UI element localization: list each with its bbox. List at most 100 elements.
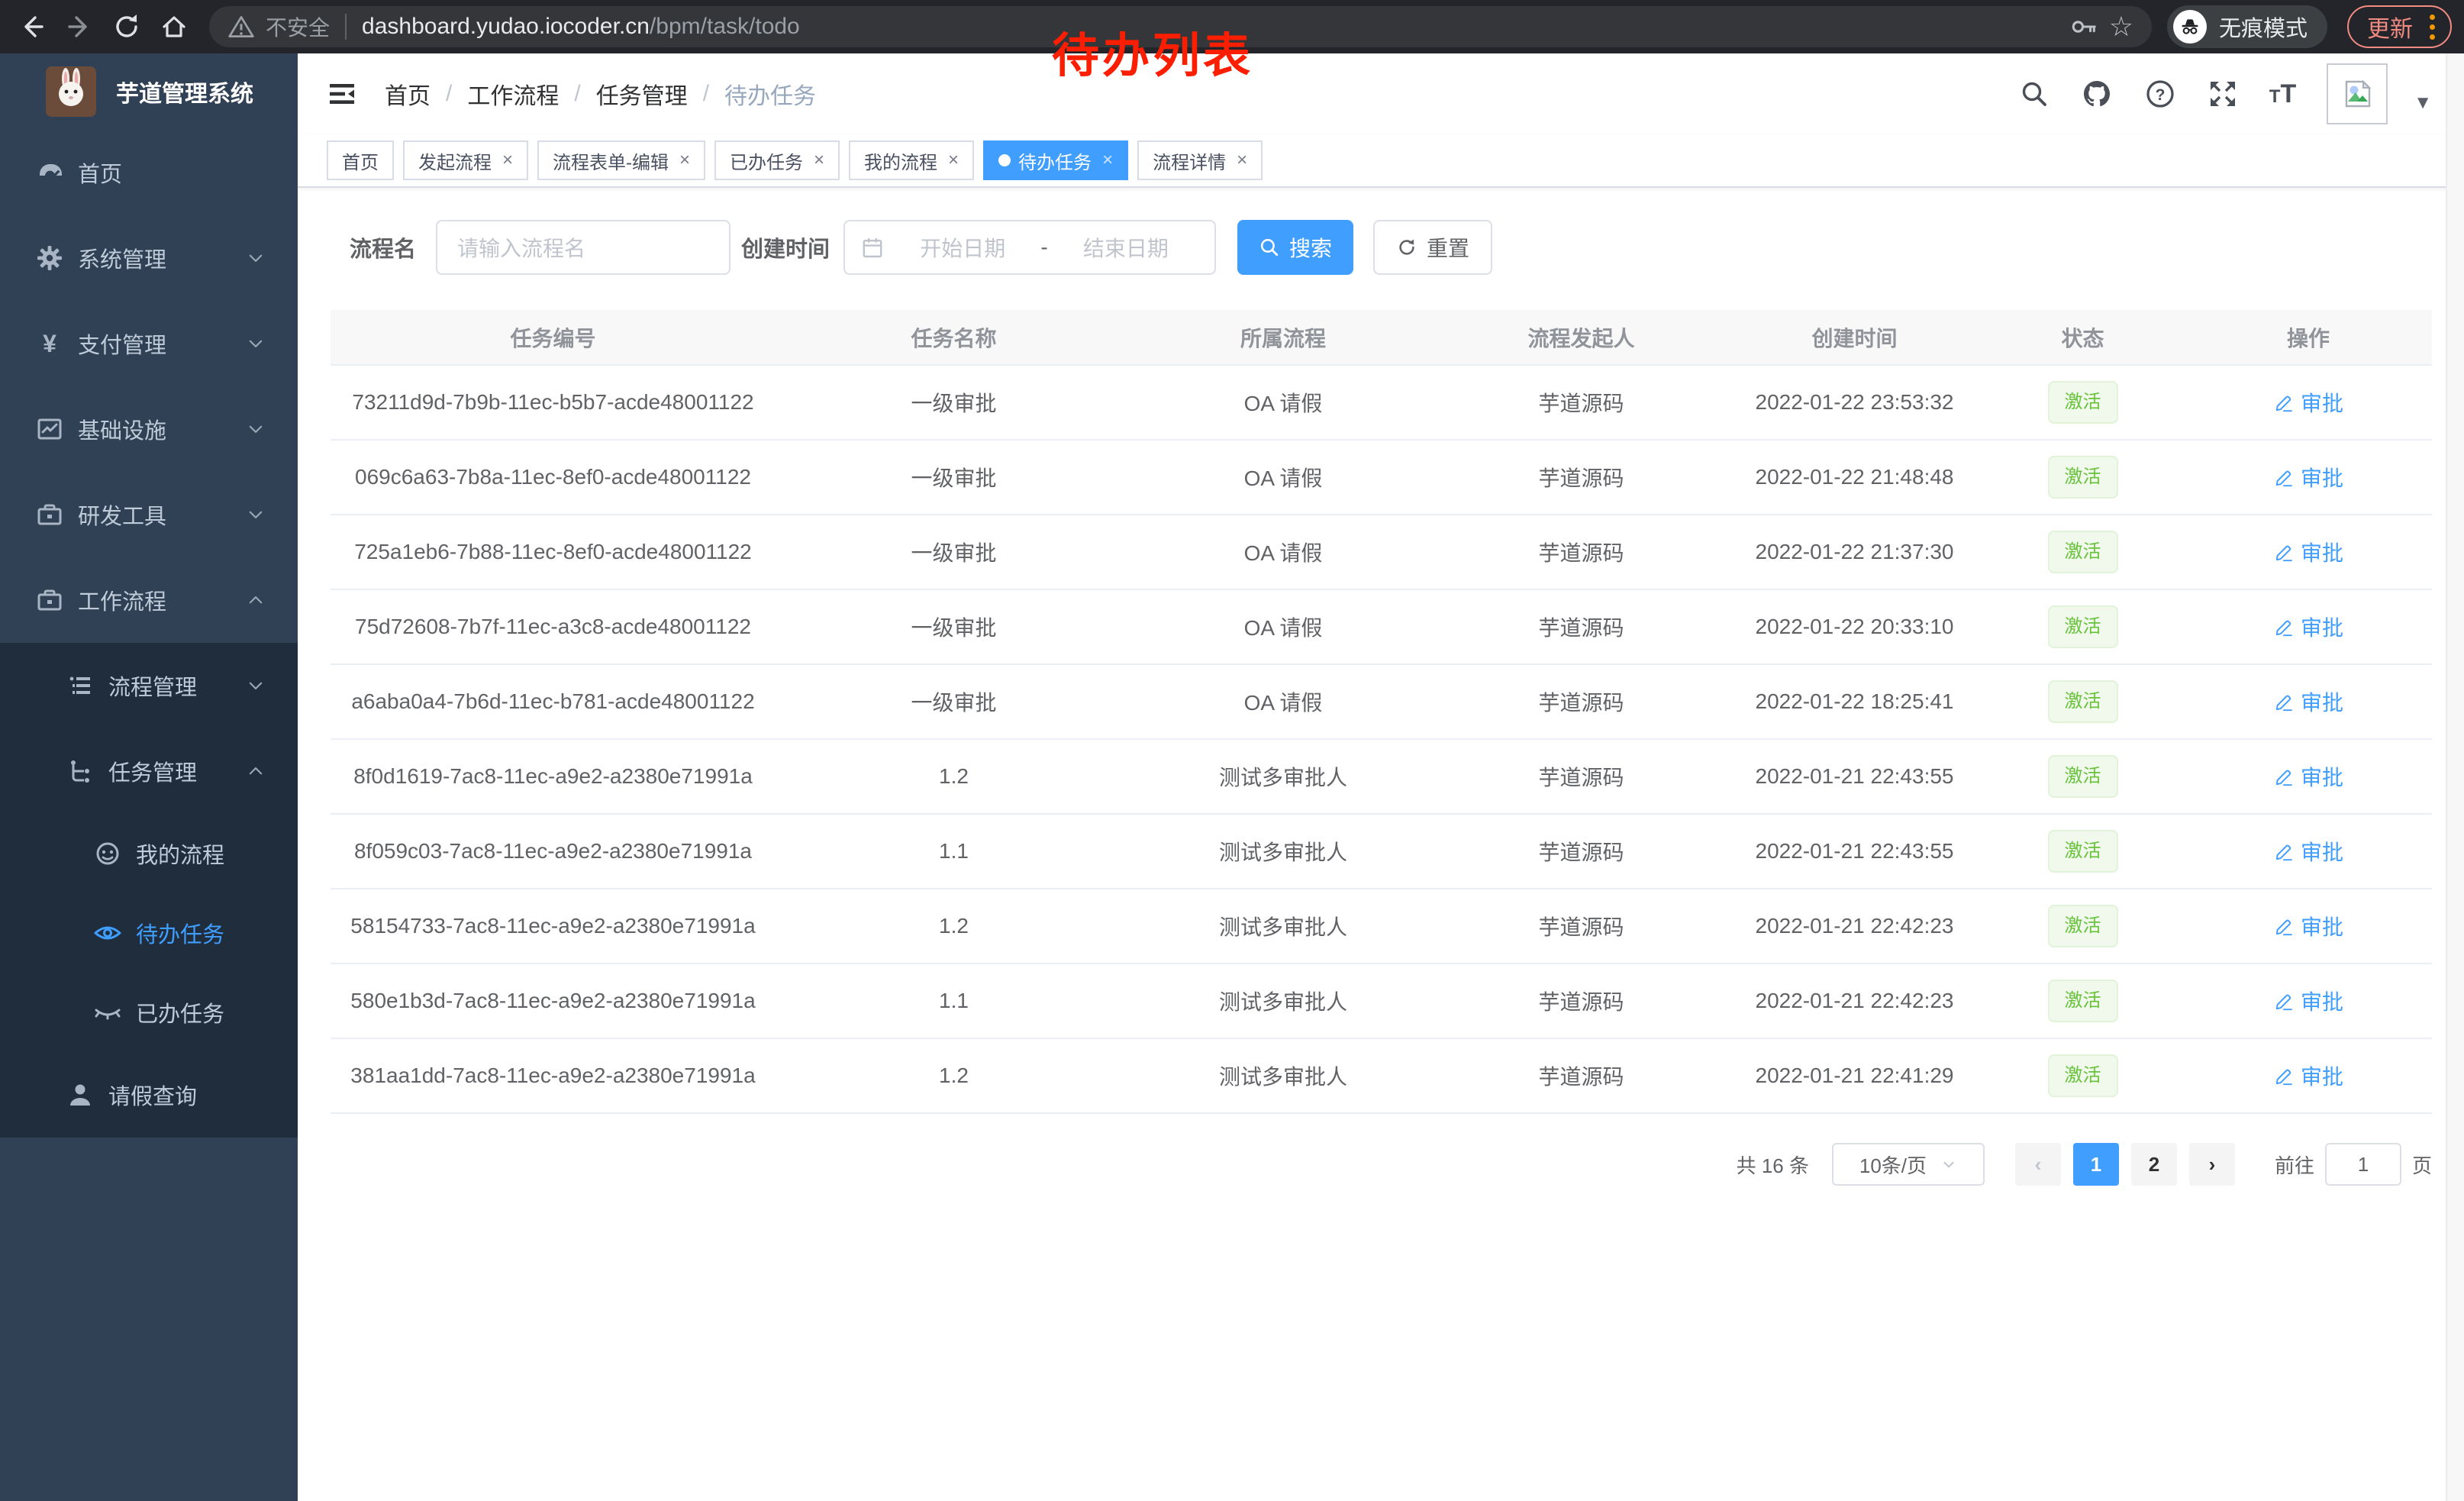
navbar-actions: ? TT ▼	[2019, 63, 2432, 124]
cell-action: 审批	[2185, 739, 2432, 814]
tab-5[interactable]: 待办任务×	[983, 140, 1128, 180]
edit-pencil-icon	[2273, 616, 2295, 638]
chevron-down-icon	[246, 419, 266, 439]
prev-page-button[interactable]: ‹	[2015, 1143, 2061, 1186]
tab-0[interactable]: 首页	[327, 140, 394, 180]
end-date-placeholder[interactable]: 结束日期	[1053, 232, 1199, 263]
search-button[interactable]: 搜索	[1237, 220, 1353, 275]
browser-reload-icon[interactable]	[107, 7, 147, 47]
sidebar-item-9[interactable]: 待办任务	[0, 893, 298, 973]
search-icon[interactable]	[2019, 79, 2050, 109]
sidebar-item-2[interactable]: ¥支付管理	[0, 301, 298, 386]
approve-link[interactable]: 审批	[2273, 986, 2343, 1016]
sidebar-item-6[interactable]: 流程管理	[0, 643, 298, 728]
sidebar-item-1[interactable]: 系统管理	[0, 215, 298, 301]
url-text: dashboard.yudao.iocoder.cn/bpm/task/todo	[362, 14, 800, 40]
tab-close-icon[interactable]: ×	[814, 150, 824, 171]
approve-link[interactable]: 审批	[2273, 761, 2343, 792]
process-name-input[interactable]: 请输入流程名	[436, 220, 730, 275]
status-badge: 激活	[2048, 905, 2118, 947]
table-row: 8f0d1619-7ac8-11ec-a9e2-a2380e71991a1.2测…	[331, 739, 2432, 814]
approve-link[interactable]: 审批	[2273, 537, 2343, 567]
approve-link[interactable]: 审批	[2273, 612, 2343, 642]
browser-home-icon[interactable]	[154, 7, 194, 47]
navbar: 首页 / 工作流程 / 任务管理 / 待办任务 ?	[298, 53, 2464, 134]
github-icon[interactable]	[2080, 77, 2114, 111]
tab-close-icon[interactable]: ×	[1102, 150, 1113, 171]
breadcrumb-workflow[interactable]: 工作流程	[467, 77, 559, 111]
process-name-label: 流程名	[350, 231, 416, 263]
tab-1[interactable]: 发起流程×	[403, 140, 528, 180]
approve-link[interactable]: 审批	[2273, 836, 2343, 867]
tab-close-icon[interactable]: ×	[679, 150, 690, 171]
page-button-1[interactable]: 1	[2073, 1143, 2119, 1186]
range-separator: -	[1040, 235, 1047, 260]
sidebar-item-7[interactable]: 任务管理	[0, 728, 298, 814]
sidebar-item-5[interactable]: 工作流程	[0, 557, 298, 643]
fullscreen-icon[interactable]	[2207, 78, 2239, 110]
avatar[interactable]	[2327, 63, 2388, 124]
help-icon[interactable]: ?	[2144, 78, 2176, 110]
cell-process: 测试多审批人	[1132, 1038, 1434, 1113]
page-button-2[interactable]: 2	[2131, 1143, 2177, 1186]
column-header-0: 任务编号	[331, 310, 776, 365]
approve-link[interactable]: 审批	[2273, 1060, 2343, 1091]
sidebar-item-10[interactable]: 已办任务	[0, 973, 298, 1052]
browser-menu-icon[interactable]	[2427, 11, 2438, 43]
tags-view-bar: 首页发起流程×流程表单-编辑×已办任务×我的流程×待办任务×流程详情×	[298, 134, 2464, 188]
tab-label: 已办任务	[730, 147, 803, 174]
tab-close-icon[interactable]: ×	[502, 150, 513, 171]
bookmark-star-icon[interactable]: ☆	[2109, 11, 2133, 43]
breadcrumb-home[interactable]: 首页	[385, 77, 431, 111]
tree-icon	[63, 756, 98, 786]
sidebar-collapse-icon[interactable]	[325, 77, 359, 111]
sidebar-item-11[interactable]: 请假查询	[0, 1052, 298, 1138]
browser-forward-icon[interactable]	[60, 7, 99, 47]
tab-2[interactable]: 流程表单-编辑×	[537, 140, 705, 180]
start-date-placeholder[interactable]: 开始日期	[889, 232, 1036, 263]
sidebar-item-0[interactable]: 首页	[0, 130, 298, 215]
breadcrumb: 首页 / 工作流程 / 任务管理 / 待办任务	[385, 77, 816, 111]
cell-action: 审批	[2185, 440, 2432, 515]
tab-close-icon[interactable]: ×	[948, 150, 959, 171]
approve-link[interactable]: 审批	[2273, 387, 2343, 418]
cell-id: 8f0d1619-7ac8-11ec-a9e2-a2380e71991a	[331, 739, 776, 814]
sidebar-item-8[interactable]: 我的流程	[0, 814, 298, 893]
cell-id: 069c6a63-7b8a-11ec-8ef0-acde48001122	[331, 440, 776, 515]
cell-id: 8f059c03-7ac8-11ec-a9e2-a2380e71991a	[331, 814, 776, 889]
approve-link[interactable]: 审批	[2273, 686, 2343, 717]
cell-created: 2022-01-22 21:37:30	[1728, 515, 1981, 589]
eye-open-icon	[90, 918, 125, 948]
approve-link[interactable]: 审批	[2273, 462, 2343, 492]
tab-close-icon[interactable]: ×	[1237, 150, 1247, 171]
cell-name: 一级审批	[776, 440, 1132, 515]
next-page-button[interactable]: ›	[2189, 1143, 2235, 1186]
status-badge: 激活	[2048, 680, 2118, 723]
cell-status: 激活	[1981, 664, 2185, 739]
annotation-title: 待办列表	[1052, 17, 1253, 86]
browser-back-icon[interactable]	[12, 7, 52, 47]
breadcrumb-task-mgmt[interactable]: 任务管理	[596, 77, 688, 111]
tab-4[interactable]: 我的流程×	[849, 140, 974, 180]
tab-6[interactable]: 流程详情×	[1137, 140, 1263, 180]
page-buttons: ‹ 12 ›	[2015, 1143, 2235, 1186]
sidebar-item-3[interactable]: 基础设施	[0, 386, 298, 472]
cell-process: OA 请假	[1132, 589, 1434, 664]
avatar-caret-icon[interactable]: ▼	[2414, 92, 2432, 114]
cell-id: 58154733-7ac8-11ec-a9e2-a2380e71991a	[331, 889, 776, 964]
app-logo[interactable]: 芋道管理系统	[0, 53, 298, 130]
font-size-icon[interactable]: TT	[2269, 79, 2296, 109]
reset-button[interactable]: 重置	[1373, 220, 1492, 275]
create-time-range-input[interactable]: 开始日期 - 结束日期	[843, 220, 1216, 275]
sidebar-item-4[interactable]: 研发工具	[0, 472, 298, 557]
scrollbar[interactable]	[2446, 53, 2464, 1501]
cell-action: 审批	[2185, 589, 2432, 664]
sidebar-item-label: 已办任务	[136, 996, 224, 1028]
goto-page-input[interactable]: 1	[2325, 1143, 2401, 1186]
approve-link[interactable]: 审批	[2273, 911, 2343, 941]
app-title: 芋道管理系统	[116, 75, 253, 108]
key-icon[interactable]	[2069, 12, 2098, 41]
browser-update-button[interactable]: 更新	[2347, 5, 2452, 48]
tab-3[interactable]: 已办任务 ×	[714, 140, 840, 180]
page-size-select[interactable]: 10条/页	[1832, 1143, 1985, 1186]
